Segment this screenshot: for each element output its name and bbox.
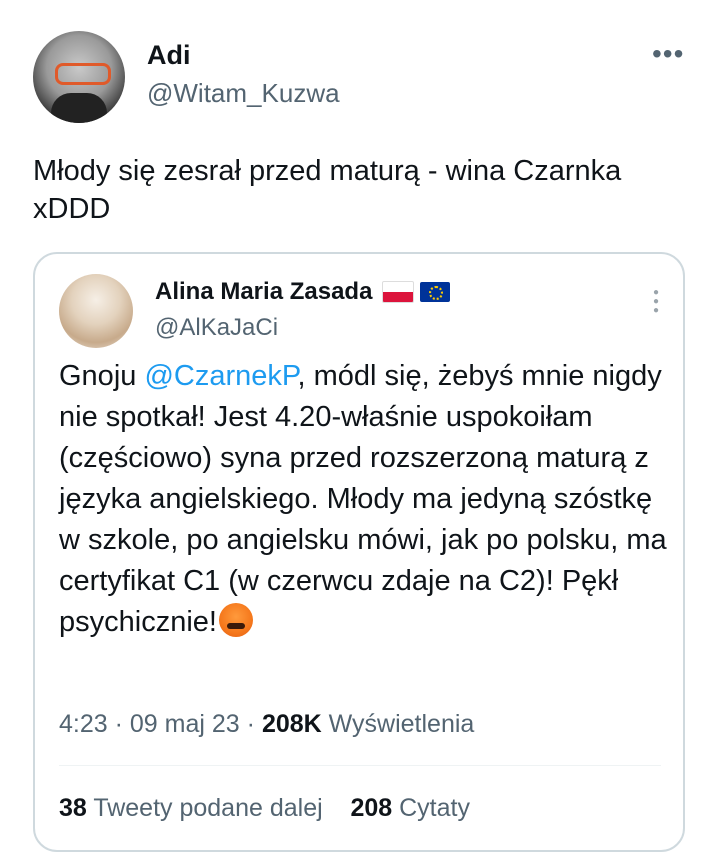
avatar-glasses [55, 63, 111, 85]
retweets-count[interactable]: 38 [59, 794, 87, 822]
author-handle[interactable]: @Witam_Kuzwa [147, 78, 340, 109]
poland-flag-icon [382, 281, 415, 303]
meta-separator: · [114, 710, 130, 738]
quoted-text-start: Gnoju [59, 360, 145, 392]
quoted-tweet-text: Gnoju @CzarnekP, módl się, żebyś mnie ni… [59, 356, 669, 643]
quoted-tweet-meta: 4:23 · 09 maj 23 · 208K Wyświetlenia [59, 710, 474, 739]
angry-cursing-face-icon [218, 603, 253, 637]
retweets-label[interactable]: Tweety podane dalej [93, 794, 322, 822]
author-avatar[interactable] [33, 31, 125, 123]
tweet-date[interactable]: 09 maj 23 [130, 710, 240, 738]
quoted-text-rest: , módl się, żebyś mnie nigdy nie spotkał… [59, 360, 667, 638]
quotes-count[interactable]: 208 [350, 794, 392, 822]
quoted-author-row: Alina Maria Zasada [155, 278, 451, 306]
quoted-tweet[interactable]: Alina Maria Zasada @AlKaJaCi ● ● ● Gnoju @… [33, 252, 685, 852]
tweet-text: Młody się zesrał przed maturą - wina Cza… [33, 155, 622, 225]
quoted-author-avatar[interactable] [59, 274, 133, 348]
divider [59, 765, 661, 766]
avatar-body [51, 93, 107, 123]
quoted-author-name[interactable]: Alina Maria Zasada [155, 278, 372, 306]
more-horizontal-icon[interactable]: ••• [652, 40, 684, 68]
views-count: 208K [261, 710, 322, 738]
quotes-label[interactable]: Cytaty [399, 794, 470, 822]
quoted-author-handle[interactable]: @AlKaJaCi [155, 314, 278, 342]
views-label: Wyświetlenia [328, 710, 475, 738]
tweet-time[interactable]: 4:23 [59, 710, 108, 738]
meta-separator: · [246, 710, 262, 738]
author-name[interactable]: Adi [147, 40, 191, 71]
more-vertical-icon[interactable]: ● ● ● [653, 288, 659, 316]
eu-flag-icon [420, 282, 451, 302]
mention-link[interactable]: @CzarnekP [144, 360, 297, 392]
quoted-tweet-stats: 38 Tweety podane dalej 208 Cytaty [59, 794, 470, 823]
